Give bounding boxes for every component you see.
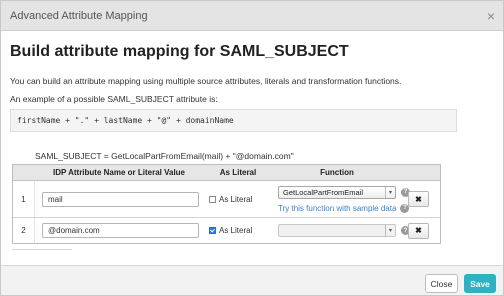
close-button[interactable]: Close [425,274,458,293]
as-literal-checkbox[interactable] [209,227,216,234]
as-literal-checkbox[interactable] [209,195,216,203]
function-line: ▾ ? [278,224,410,237]
page-title: Build attribute mapping for SAML_SUBJECT [10,43,349,60]
table-row: 2 @domain.com As Literal ▾ ? ✖ [13,217,440,243]
mapping-table: IDP Attribute Name or Literal Value As L… [12,164,441,244]
function-line: GetLocalPartFromEmail ▾ ? [278,185,410,199]
delete-cell: ✖ [401,181,440,217]
try-function-link-line: Try this function with sample data ? [278,203,410,213]
literal-cell: As Literal [203,181,273,217]
dialog-content: Build attribute mapping for SAML_SUBJECT… [1,31,503,265]
row-number: 2 [13,218,35,243]
delete-icon: ✖ [415,226,422,235]
delete-icon: ✖ [415,194,422,204]
chevron-down-icon: ▾ [385,186,395,198]
function-select[interactable]: GetLocalPartFromEmail ▾ [278,185,396,199]
row-number: 1 [13,181,35,217]
column-header-delete [401,165,440,180]
dialog-title: Advanced Attribute Mapping [10,9,148,22]
divider [12,249,72,250]
column-header-function: Function [320,168,354,177]
column-header-literal: As Literal [219,168,257,177]
example-label: An example of a possible SAML_SUBJECT at… [10,94,218,104]
function-cell: GetLocalPartFromEmail ▾ ? Try this funct… [273,181,410,217]
column-header-attribute: IDP Attribute Name or Literal Value [52,168,186,177]
mapping-preview: SAML_SUBJECT = GetLocalPartFromEmail(mai… [35,151,294,161]
literal-cell: As Literal [203,218,273,243]
as-literal-label: As Literal [219,226,253,235]
intro-text: You can build an attribute mapping using… [10,76,402,86]
table-header: IDP Attribute Name or Literal Value As L… [13,165,440,181]
attribute-cell: mail [35,181,203,217]
delete-cell: ✖ [401,218,440,243]
chevron-down-icon: ▾ [385,225,395,236]
save-button[interactable]: Save [464,274,496,293]
column-header-number [13,165,35,180]
delete-row-button[interactable]: ✖ [408,191,429,207]
dialog-footer: Close Save [1,265,503,295]
close-icon[interactable]: × [487,9,495,23]
example-code-block: firstName + "." + lastName + "@" + domai… [10,109,457,132]
as-literal-label: As Literal [219,194,253,204]
attribute-cell: @domain.com [35,218,203,243]
function-cell: ▾ ? [273,218,410,243]
attribute-mapping-dialog: Advanced Attribute Mapping × Build attri… [0,0,504,296]
attribute-input[interactable]: mail [42,191,199,207]
try-function-link[interactable]: Try this function with sample data [278,204,396,213]
table-row: 1 mail As Literal GetLocalPartFromEmail … [13,181,440,217]
dialog-title-bar: Advanced Attribute Mapping × [1,1,503,31]
function-select-value: GetLocalPartFromEmail [283,187,364,197]
attribute-input[interactable]: @domain.com [42,223,199,238]
delete-row-button[interactable]: ✖ [408,222,429,239]
function-select[interactable]: ▾ [278,224,396,237]
